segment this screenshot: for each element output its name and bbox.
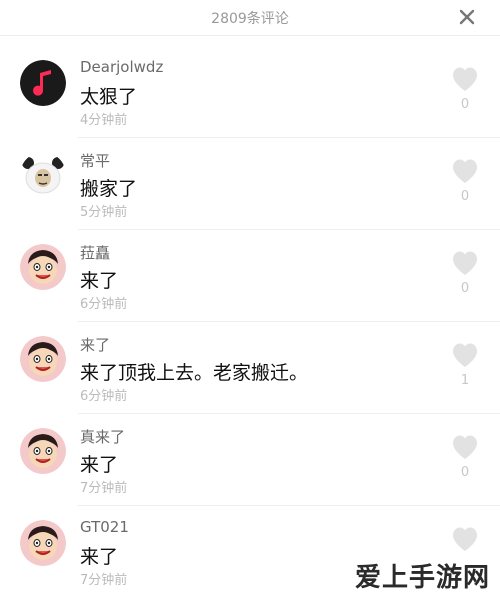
comment-username[interactable]: GT021 <box>80 518 129 536</box>
close-button[interactable] <box>456 6 478 28</box>
panda-meme-avatar-icon <box>20 152 66 198</box>
comment-time: 5分钟前 <box>80 205 128 220</box>
cartoon-face-avatar-icon <box>20 520 66 566</box>
like-count: 0 <box>460 281 470 296</box>
avatar[interactable] <box>20 244 66 290</box>
site-watermark: 爱上手游网 <box>354 563 490 593</box>
comment-text: 来了顶我上去。老家搬迁。 <box>80 362 309 384</box>
comment-count-title: 2809条评论 <box>211 11 289 27</box>
close-icon <box>459 9 475 25</box>
like-button[interactable]: 0 <box>450 66 480 112</box>
comment-item: Dearjolwdz 太狠了 4分钟前 0 <box>0 46 500 138</box>
heart-icon <box>453 159 477 183</box>
comment-text: 太狠了 <box>80 86 138 108</box>
like-count: 1 <box>460 373 470 388</box>
comment-time: 6分钟前 <box>80 297 128 312</box>
heart-icon <box>453 435 477 459</box>
comment-username[interactable]: 来了 <box>80 334 110 355</box>
like-button[interactable]: 0 <box>450 434 480 480</box>
comment-username[interactable]: Dearjolwdz <box>80 58 163 76</box>
comment-list: Dearjolwdz 太狠了 4分钟前 0 常平 搬家了 5分钟前 0 菈矗 来… <box>0 46 500 598</box>
like-count: 0 <box>460 189 470 204</box>
music-app-avatar-icon <box>20 60 66 106</box>
heart-icon <box>453 343 477 367</box>
avatar[interactable] <box>20 336 66 382</box>
cartoon-face-avatar-icon <box>20 428 66 474</box>
comment-text: 来了 <box>80 270 119 292</box>
comment-username[interactable]: 真来了 <box>80 426 125 447</box>
like-button[interactable]: 0 <box>450 158 480 204</box>
comment-text: 搬家了 <box>80 178 138 200</box>
like-count: 0 <box>460 97 470 112</box>
comment-time: 6分钟前 <box>80 389 128 404</box>
comment-text: 来了 <box>80 546 119 568</box>
comments-header: 2809条评论 <box>0 0 500 36</box>
comment-item: 常平 搬家了 5分钟前 0 <box>0 138 500 230</box>
avatar[interactable] <box>20 152 66 198</box>
comment-username[interactable]: 常平 <box>80 150 110 171</box>
cartoon-face-avatar-icon <box>20 336 66 382</box>
like-count: 0 <box>460 465 470 480</box>
comment-item: 菈矗 来了 6分钟前 0 <box>0 230 500 322</box>
like-button[interactable]: 0 <box>450 250 480 296</box>
comment-item: 来了 来了顶我上去。老家搬迁。 6分钟前 1 <box>0 322 500 414</box>
heart-icon <box>453 67 477 91</box>
comment-item: 真来了 来了 7分钟前 0 <box>0 414 500 506</box>
comment-text: 来了 <box>80 454 119 476</box>
avatar[interactable] <box>20 60 66 106</box>
comment-username[interactable]: 菈矗 <box>80 242 110 263</box>
comment-time: 4分钟前 <box>80 113 128 128</box>
comment-time: 7分钟前 <box>80 573 128 588</box>
avatar[interactable] <box>20 520 66 566</box>
heart-icon <box>453 527 477 551</box>
comment-time: 7分钟前 <box>80 481 128 496</box>
like-button[interactable]: 1 <box>450 342 480 388</box>
cartoon-face-avatar-icon <box>20 244 66 290</box>
avatar[interactable] <box>20 428 66 474</box>
heart-icon <box>453 251 477 275</box>
like-button[interactable] <box>450 526 480 557</box>
